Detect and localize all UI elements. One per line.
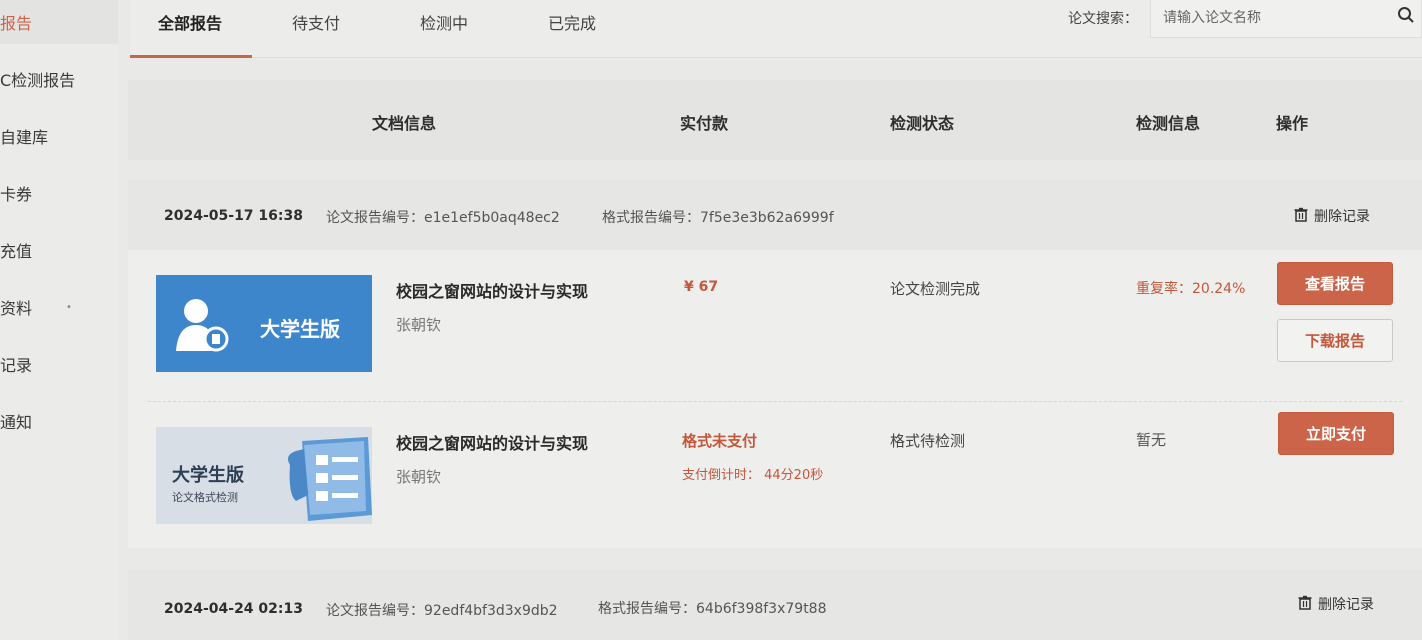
col-doc-info: 文档信息	[372, 114, 437, 133]
search-icon[interactable]	[1397, 6, 1415, 28]
check-status: 论文检测完成	[890, 280, 981, 298]
trash-icon	[1298, 595, 1312, 614]
tab-all-reports[interactable]: 全部报告	[158, 10, 222, 34]
sidebar: 报告 C检测报告 自建库 卡券 充值 资料 • 记录 通知	[0, 0, 118, 640]
tab-active-underline	[130, 55, 252, 58]
col-status: 检测状态	[890, 114, 955, 133]
document-author: 张朝钦	[396, 316, 442, 334]
record-format-number: 格式报告编号：7f5e3e3b62a6999f	[602, 210, 834, 226]
delete-record-button[interactable]: 删除记录	[1294, 206, 1370, 226]
thumbnail-label: 大学生版	[260, 317, 340, 341]
download-report-button[interactable]: 下载报告	[1277, 319, 1393, 362]
sidebar-item-notifications[interactable]: 通知	[0, 409, 32, 433]
thumbnail-sublabel: 论文格式检测	[172, 491, 238, 504]
table-row: 大学生版 论文格式检测 校园之窗网站的设计与实现 张朝钦 格式未支付 支付倒计时…	[128, 402, 1422, 548]
delete-record-label: 删除记录	[1318, 597, 1374, 613]
sidebar-item-materials[interactable]: 资料	[0, 295, 32, 319]
view-report-button[interactable]: 查看报告	[1277, 262, 1393, 305]
user-icon	[172, 293, 232, 359]
payment-status: 格式未支付	[682, 432, 758, 450]
sidebar-item-self-library[interactable]: 自建库	[0, 124, 48, 148]
sidebar-dot: •	[66, 302, 72, 313]
tab-bar: 全部报告 待支付 检测中 已完成 论文搜索：	[130, 0, 1422, 58]
search-box	[1150, 0, 1422, 38]
table-header: 文档信息 实付款 检测状态 检测信息 操作	[128, 80, 1422, 160]
sidebar-item-coupons[interactable]: 卡券	[0, 181, 32, 205]
thumbnail-label: 大学生版	[172, 465, 244, 486]
check-info: 暂无	[1136, 431, 1167, 449]
product-thumbnail: 大学生版	[156, 275, 372, 372]
tab-checking[interactable]: 检测中	[420, 10, 468, 34]
sidebar-item-recharge[interactable]: 充值	[0, 238, 32, 262]
record-header: 2024-05-17 16:38 论文报告编号：e1e1ef5b0aq48ec2…	[128, 180, 1422, 250]
document-author: 张朝钦	[396, 468, 442, 486]
col-paid: 实付款	[680, 114, 729, 133]
col-actions: 操作	[1276, 114, 1309, 133]
record-report-number: 论文报告编号：92edf4bf3d3x9db2	[326, 603, 558, 619]
sidebar-item-records[interactable]: 记录	[0, 352, 32, 376]
record-card: 2024-05-17 16:38 论文报告编号：e1e1ef5b0aq48ec2…	[128, 180, 1422, 548]
record-header: 2024-04-24 02:13 论文报告编号：92edf4bf3d3x9db2…	[128, 570, 1422, 640]
checklist-icon	[282, 435, 372, 524]
record-datetime: 2024-05-17 16:38	[164, 208, 303, 224]
document-title: 校园之窗网站的设计与实现	[396, 434, 589, 453]
tab-pending-payment[interactable]: 待支付	[292, 10, 340, 34]
record-format-number: 格式报告编号：64b6f398f3x79t88	[598, 601, 827, 617]
table-row: 大学生版 校园之窗网站的设计与实现 张朝钦 ¥ 67 论文检测完成 重复率：20…	[128, 250, 1422, 400]
record-report-number: 论文报告编号：e1e1ef5b0aq48ec2	[326, 210, 560, 226]
search-input[interactable]	[1163, 6, 1383, 30]
record-datetime: 2024-04-24 02:13	[164, 601, 303, 617]
col-check-info: 检测信息	[1136, 114, 1201, 133]
duplicate-rate: 重复率：20.24%	[1136, 281, 1246, 297]
product-thumbnail: 大学生版 论文格式检测	[156, 427, 372, 524]
sidebar-item-check-report[interactable]: C检测报告	[0, 67, 75, 91]
paid-amount: ¥ 67	[684, 279, 719, 295]
document-title: 校园之窗网站的设计与实现	[396, 282, 589, 301]
delete-record-button[interactable]: 删除记录	[1298, 594, 1374, 614]
sidebar-item-report[interactable]: 报告	[0, 10, 32, 34]
pay-now-button[interactable]: 立即支付	[1278, 412, 1394, 455]
trash-icon	[1294, 207, 1308, 226]
search-label: 论文搜索：	[1068, 11, 1138, 27]
tab-completed[interactable]: 已完成	[548, 10, 596, 34]
payment-countdown: 支付倒计时： 44分20秒	[682, 468, 824, 483]
delete-record-label: 删除记录	[1314, 209, 1370, 225]
check-status: 格式待检测	[890, 432, 966, 450]
